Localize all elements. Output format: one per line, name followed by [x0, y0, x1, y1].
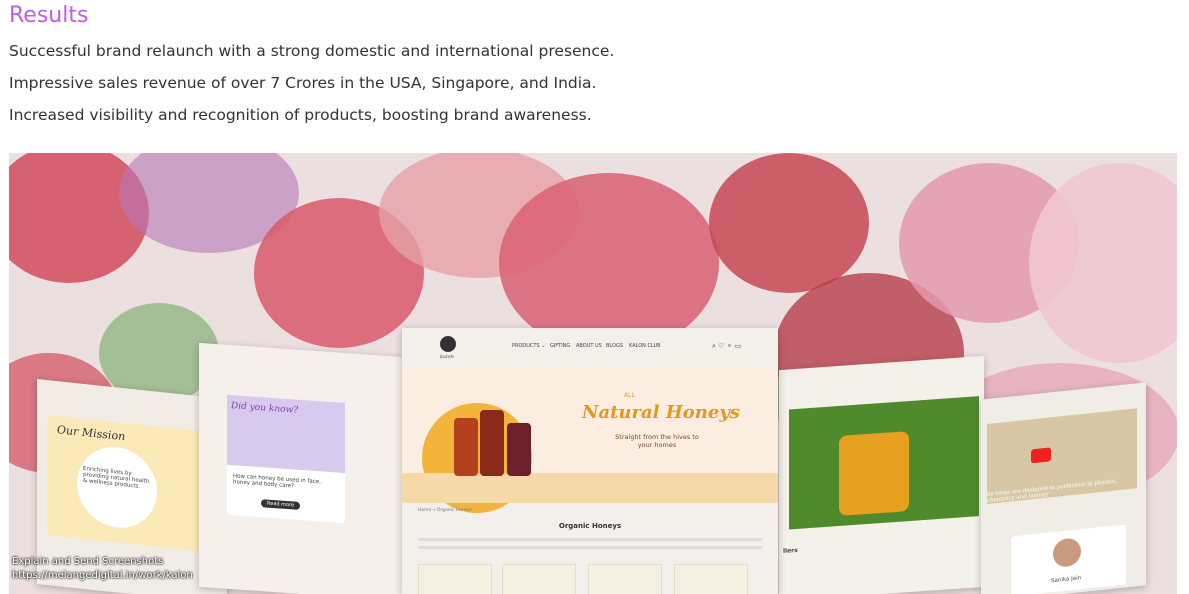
product-card — [588, 564, 662, 594]
banner-all: ALL — [624, 392, 635, 399]
product-card — [674, 564, 748, 594]
product-card — [502, 564, 576, 594]
mockup-video-page: he hives are designed to perfection in p… — [981, 382, 1146, 594]
kalon-logo-text: kalon — [440, 354, 454, 360]
nav-icons: ⌕ ♡ ⚬ ▭ — [712, 342, 742, 350]
honey-jar — [507, 423, 531, 476]
breadcrumb: Home » Organic Honeys — [418, 508, 473, 513]
case-study-hero-image: Our Mission Enriching lives by providing… — [9, 153, 1177, 594]
result-line-2: Impressive sales revenue of over 7 Crore… — [9, 74, 597, 92]
section-title: Organic Honeys — [558, 522, 622, 530]
results-heading: Results — [9, 3, 89, 28]
natural-honeys-banner: ALL Natural Honeys Straight from the hiv… — [402, 368, 778, 513]
nav-club: KALON CLUB — [629, 343, 661, 349]
mockup-product-page: llers — [779, 355, 984, 594]
result-line-1: Successful brand relaunch with a strong … — [9, 42, 615, 60]
mockup-honey-collection-page: kalon PRODUCTS ⌄ GIFTING ABOUT US BLOGS … — [402, 328, 778, 594]
product-card — [418, 564, 492, 594]
bestsellers-label: llers — [783, 546, 798, 555]
nav-products: PRODUCTS ⌄ — [512, 343, 546, 349]
banner-subtitle: Straight from the hives to your homes — [615, 433, 699, 449]
nav-blogs: BLOGS — [606, 343, 624, 349]
banner-title: Natural Honeys — [582, 402, 740, 423]
mockup-blog-page: Did you know? How can honey be used in f… — [199, 342, 404, 594]
kalon-logo-icon — [440, 336, 456, 352]
overlay-url[interactable]: https://melangedigital.in/work/kalon — [12, 570, 193, 581]
nav-gifting: GIFTING — [550, 343, 571, 349]
overlay-title: Explain and Send Screenshots — [12, 556, 164, 567]
honey-jar — [454, 418, 478, 476]
nav-about: ABOUT US — [576, 343, 602, 349]
honey-jar — [480, 410, 504, 476]
result-line-3: Increased visibility and recognition of … — [9, 106, 592, 124]
